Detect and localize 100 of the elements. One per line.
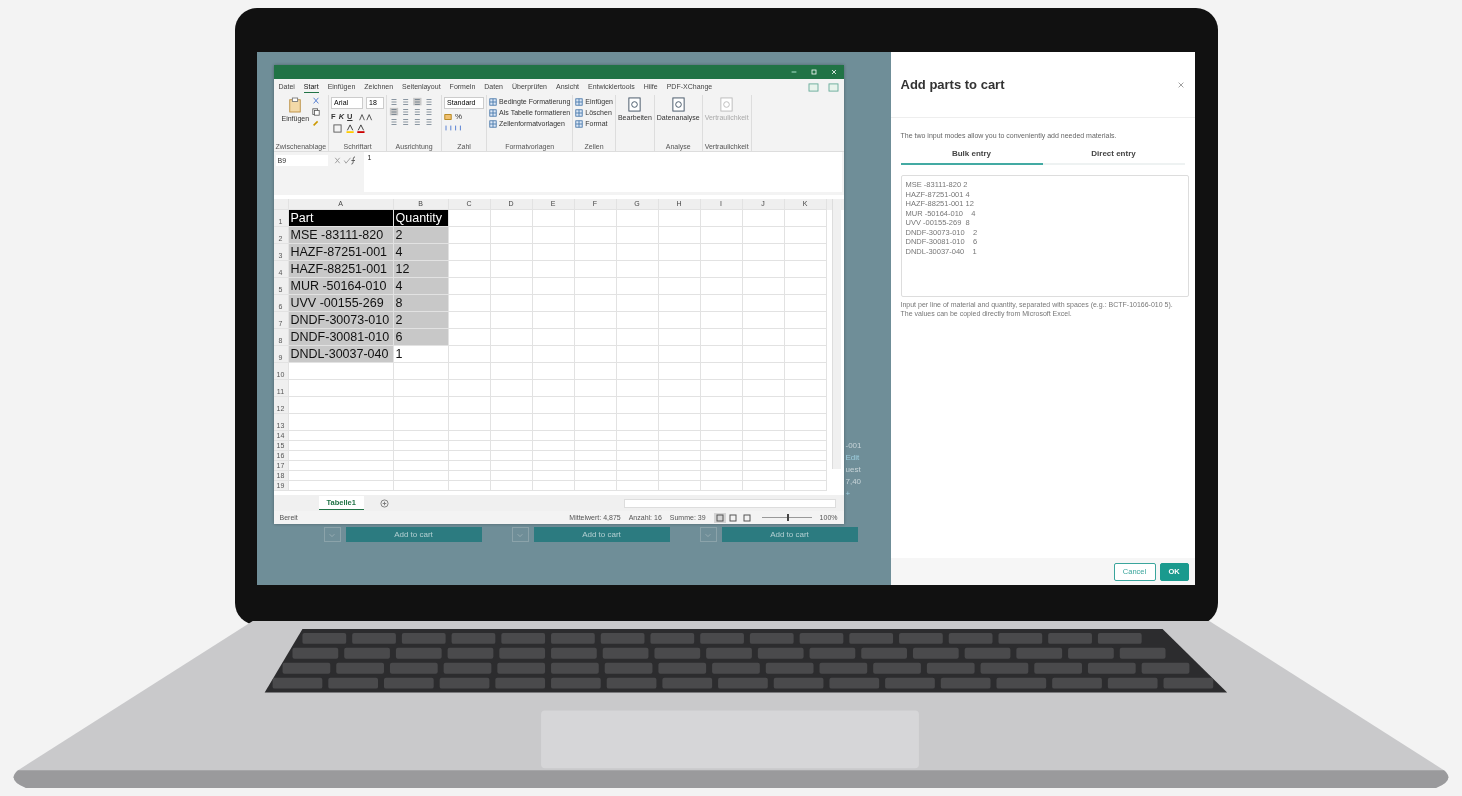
table-icon [489,97,498,106]
empty-cell [658,363,701,380]
empty-cell [658,481,701,491]
empty-cell [658,295,701,312]
empty-cell [742,295,785,312]
empty-cell [658,451,701,461]
empty-cell [532,261,575,278]
scissors-icon[interactable] [312,97,321,105]
empty-cell [574,210,617,227]
empty-cell [658,261,701,278]
empty-cell [784,461,827,471]
table-cell: 2 [393,312,449,329]
empty-cell [742,461,785,471]
empty-cell [616,244,659,261]
table-icon [489,119,498,128]
empty-cell [393,397,449,414]
empty-cell [658,461,701,471]
empty-cell [490,441,533,451]
close-icon[interactable] [829,68,838,76]
empty-cell [658,329,701,346]
empty-cell [616,346,659,363]
empty-cell [742,227,785,244]
table-cell: Part [288,210,394,227]
empty-cell [616,471,659,481]
empty-cell [742,431,785,441]
empty-cell [490,451,533,461]
empty-cell [574,461,617,471]
empty-cell [742,210,785,227]
view-mode-icons-drawing[interactable] [713,512,754,523]
empty-cell [532,431,575,441]
table-icon [489,108,498,117]
empty-cell [700,461,743,471]
tab[interactable]: Bulk entry [900,145,1043,165]
scrollbar[interactable] [831,199,841,469]
empty-cell [448,441,491,451]
empty-cell [658,312,701,329]
minimize-icon[interactable] [789,68,798,76]
empty-cell [574,346,617,363]
table-cell: 2 [393,227,449,244]
empty-cell [742,363,785,380]
table-icon [575,119,584,128]
close-icon[interactable] [1176,80,1185,89]
text-fragment: 7,40 [845,476,863,487]
empty-cell [742,346,785,363]
empty-cell [742,244,785,261]
empty-cell [574,481,617,491]
empty-cell [574,278,617,295]
empty-cell [742,451,785,461]
text-fragment: uest [845,464,862,475]
empty-cell [700,244,743,261]
add-sheet-icon[interactable] [379,498,389,508]
table-cell: MSE -83111-820 [288,227,394,244]
empty-cell [616,261,659,278]
empty-cell [700,380,743,397]
empty-cell [658,431,701,441]
empty-cell [658,346,701,363]
empty-cell [574,261,617,278]
tab[interactable]: Direct entry [1042,145,1185,165]
empty-cell [393,471,449,481]
empty-cell [490,210,533,227]
horizontal-scrollbar[interactable] [623,498,836,508]
empty-cell [448,397,491,414]
empty-cell [532,227,575,244]
empty-cell [658,227,701,244]
currency-icon[interactable] [444,112,453,121]
empty-cell [784,380,827,397]
empty-cell [784,346,827,363]
empty-cell [490,414,533,431]
percent-button[interactable]: % [455,112,463,121]
empty-cell [448,363,491,380]
table-icon [575,97,584,106]
empty-cell [393,363,449,380]
empty-cell [532,461,575,471]
empty-cell [393,414,449,431]
empty-cell [532,481,575,491]
empty-cell [448,431,491,441]
empty-cell [448,414,491,431]
empty-cell [532,210,575,227]
slider-thumb[interactable] [786,514,789,521]
empty-cell [448,481,491,491]
maximize-icon[interactable] [809,68,818,76]
empty-cell [532,329,575,346]
empty-cell [700,471,743,481]
empty-cell [574,397,617,414]
empty-cell [658,380,701,397]
empty-cell [490,431,533,441]
empty-cell [616,295,659,312]
empty-cell [784,278,827,295]
empty-cell [616,210,659,227]
brush-icon[interactable] [312,119,321,127]
empty-cell [490,227,533,244]
empty-cell [574,380,617,397]
empty-cell [532,363,575,380]
empty-cell [574,451,617,461]
empty-cell [700,210,743,227]
select-all-corner[interactable] [273,199,289,210]
empty-cell [742,380,785,397]
copy-icon[interactable] [312,108,321,116]
empty-cell [616,414,659,431]
empty-cell [490,295,533,312]
